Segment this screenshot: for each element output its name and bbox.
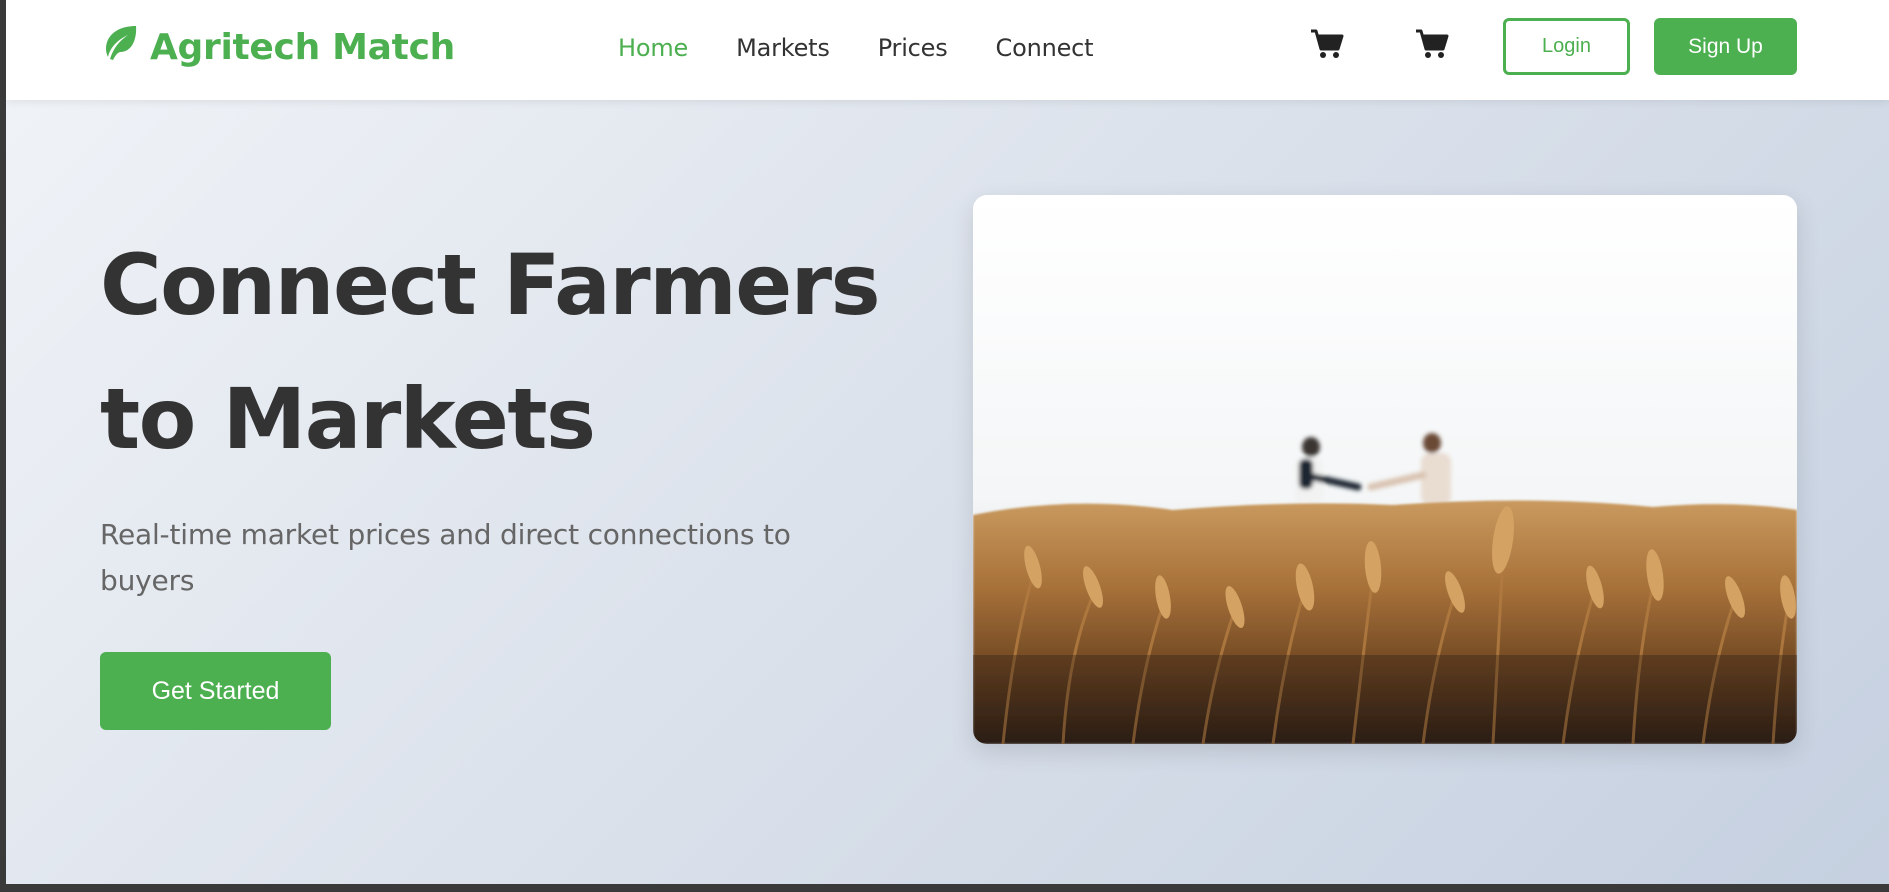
hero-title-line1: Connect Farmers xyxy=(100,236,881,334)
get-started-button[interactable]: Get Started xyxy=(100,652,331,730)
leaf-icon xyxy=(100,23,140,72)
hero-title: Connect Farmers to Markets xyxy=(100,218,900,486)
signup-button[interactable]: Sign Up xyxy=(1654,18,1797,75)
nav-link-prices[interactable]: Prices xyxy=(878,34,948,62)
nav-link-markets[interactable]: Markets xyxy=(736,34,830,62)
hero-subtitle: Real-time market prices and direct conne… xyxy=(100,518,791,597)
hero-title-line2: to Markets xyxy=(100,370,596,468)
cart-icon[interactable] xyxy=(1414,26,1450,62)
brand-name: Agritech Match xyxy=(150,26,455,68)
nav-link-home[interactable]: Home xyxy=(618,34,688,62)
login-button[interactable]: Login xyxy=(1503,18,1630,75)
cart-icon[interactable] xyxy=(1309,26,1345,62)
hero-image xyxy=(973,195,1797,744)
nav-link-connect[interactable]: Connect xyxy=(996,34,1094,62)
page: Agritech Match Home Markets Prices Conne… xyxy=(6,0,1889,884)
main-nav: Home Markets Prices Connect xyxy=(618,28,1094,68)
brand-logo[interactable]: Agritech Match xyxy=(100,22,455,72)
navbar: Agritech Match Home Markets Prices Conne… xyxy=(6,0,1889,100)
